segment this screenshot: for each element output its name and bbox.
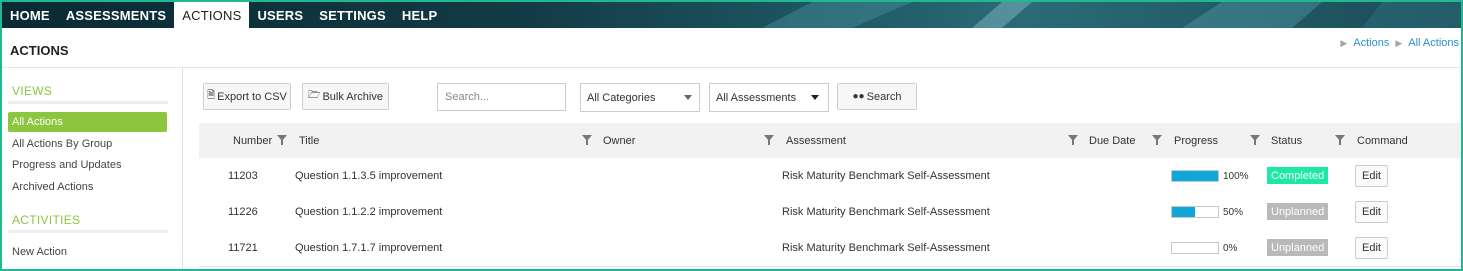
column-header-status[interactable]: Status bbox=[1271, 123, 1302, 158]
sidebar-views-heading: VIEWS bbox=[12, 84, 53, 98]
search-input[interactable]: Search... bbox=[437, 83, 566, 111]
column-header-number[interactable]: Number bbox=[233, 123, 272, 158]
folder-icon: 🗁 bbox=[308, 90, 321, 101]
document-icon: 🗎 bbox=[207, 90, 216, 101]
app-frame: HOME ASSESSMENTS ACTIONS USERS SETTINGS … bbox=[0, 0, 1463, 271]
header-divider bbox=[2, 67, 1461, 68]
row-assessment: Risk Maturity Benchmark Self-Assessment bbox=[782, 206, 990, 218]
progress-label: 50% bbox=[1223, 206, 1244, 218]
column-header-due-date[interactable]: Due Date bbox=[1089, 123, 1135, 158]
page-title: ACTIONS bbox=[10, 43, 69, 58]
nav-home[interactable]: HOME bbox=[2, 2, 58, 28]
table-row[interactable]: 11226 Question 1.1.2.2 improvement Risk … bbox=[199, 194, 1461, 231]
row-title[interactable]: Question 1.7.1.7 improvement bbox=[295, 230, 442, 266]
column-header-assessment[interactable]: Assessment bbox=[786, 123, 846, 158]
status-badge: Unplanned bbox=[1267, 239, 1329, 256]
nav-settings[interactable]: SETTINGS bbox=[311, 2, 394, 28]
row-title[interactable]: Question 1.1.2.2 improvement bbox=[295, 194, 442, 230]
edit-button[interactable]: Edit bbox=[1355, 237, 1388, 259]
progress-bar bbox=[1171, 170, 1219, 182]
row-assessment: Risk Maturity Benchmark Self-Assessment bbox=[782, 170, 990, 182]
row-assessment: Risk Maturity Benchmark Self-Assessment bbox=[782, 242, 990, 254]
sidebar-item-new-action[interactable]: New Action bbox=[8, 242, 167, 262]
top-nav: HOME ASSESSMENTS ACTIONS USERS SETTINGS … bbox=[2, 2, 1461, 28]
column-header-owner[interactable]: Owner bbox=[603, 123, 635, 158]
nav-assessments[interactable]: ASSESSMENTS bbox=[58, 2, 174, 28]
row-number: 11203 bbox=[228, 170, 258, 182]
export-csv-button[interactable]: 🗎 Export to CSV bbox=[203, 83, 291, 110]
assessments-selected-value: All Assessments bbox=[716, 91, 797, 104]
progress-bar bbox=[1171, 242, 1219, 254]
breadcrumb-separator-icon: ▶ bbox=[1340, 37, 1348, 48]
breadcrumb-all-actions[interactable]: All Actions bbox=[1408, 37, 1459, 49]
row-number: 11721 bbox=[228, 242, 258, 254]
progress-bar-fill bbox=[1172, 207, 1195, 217]
bulk-archive-button[interactable]: 🗁 Bulk Archive bbox=[302, 83, 389, 110]
sidebar-divider bbox=[8, 101, 168, 104]
table-row[interactable]: 11721 Question 1.7.1.7 improvement Risk … bbox=[199, 230, 1461, 267]
breadcrumb: ▶ Actions ▶ All Actions bbox=[1340, 37, 1459, 49]
column-header-progress[interactable]: Progress bbox=[1174, 123, 1218, 158]
nav-users[interactable]: USERS bbox=[249, 2, 311, 28]
binoculars-icon: ●● bbox=[852, 91, 865, 102]
search-placeholder: Search... bbox=[445, 91, 490, 103]
categories-select[interactable]: All Categories bbox=[580, 83, 700, 112]
categories-selected-value: All Categories bbox=[587, 91, 656, 104]
status-badge: Unplanned bbox=[1267, 203, 1329, 220]
assessments-select[interactable]: All Assessments bbox=[709, 83, 829, 112]
nav-actions[interactable]: ACTIONS bbox=[174, 2, 250, 28]
sidebar-item-all-actions-by-group[interactable]: All Actions By Group bbox=[8, 134, 167, 154]
sidebar-item-all-actions[interactable]: All Actions bbox=[8, 112, 167, 132]
sidebar: VIEWS All Actions All Actions By Group P… bbox=[2, 68, 183, 269]
table-row[interactable]: 11203 Question 1.1.3.5 improvement Risk … bbox=[199, 158, 1461, 195]
column-header-command: Command bbox=[1357, 134, 1408, 147]
sidebar-activities-heading: ACTIVITIES bbox=[12, 213, 81, 227]
status-badge: Completed bbox=[1267, 167, 1329, 184]
chevron-down-icon bbox=[811, 95, 819, 100]
row-title[interactable]: Question 1.1.3.5 improvement bbox=[295, 158, 442, 194]
progress-label: 0% bbox=[1223, 242, 1238, 254]
search-button[interactable]: ●● Search bbox=[837, 83, 917, 110]
table-header: Number Title Owner Assessment Due Date P… bbox=[199, 123, 1461, 158]
sidebar-item-progress-and-updates[interactable]: Progress and Updates bbox=[8, 155, 167, 175]
edit-button[interactable]: Edit bbox=[1355, 165, 1388, 187]
breadcrumb-separator-icon: ▶ bbox=[1395, 37, 1403, 48]
nav-help[interactable]: HELP bbox=[394, 2, 445, 28]
export-csv-label: Export to CSV bbox=[217, 90, 287, 103]
nav-background-graphic bbox=[762, 2, 1461, 28]
breadcrumb-actions[interactable]: Actions bbox=[1353, 37, 1389, 49]
chevron-down-icon bbox=[684, 95, 692, 100]
sidebar-divider bbox=[8, 230, 168, 233]
search-button-label: Search bbox=[866, 90, 902, 103]
progress-bar-fill bbox=[1172, 171, 1218, 181]
progress-label: 100% bbox=[1223, 170, 1249, 182]
bulk-archive-label: Bulk Archive bbox=[322, 90, 383, 103]
row-number: 11226 bbox=[228, 206, 258, 218]
edit-button[interactable]: Edit bbox=[1355, 201, 1388, 223]
sidebar-item-archived-actions[interactable]: Archived Actions bbox=[8, 177, 167, 197]
column-header-title[interactable]: Title bbox=[299, 123, 319, 158]
progress-bar bbox=[1171, 206, 1219, 218]
